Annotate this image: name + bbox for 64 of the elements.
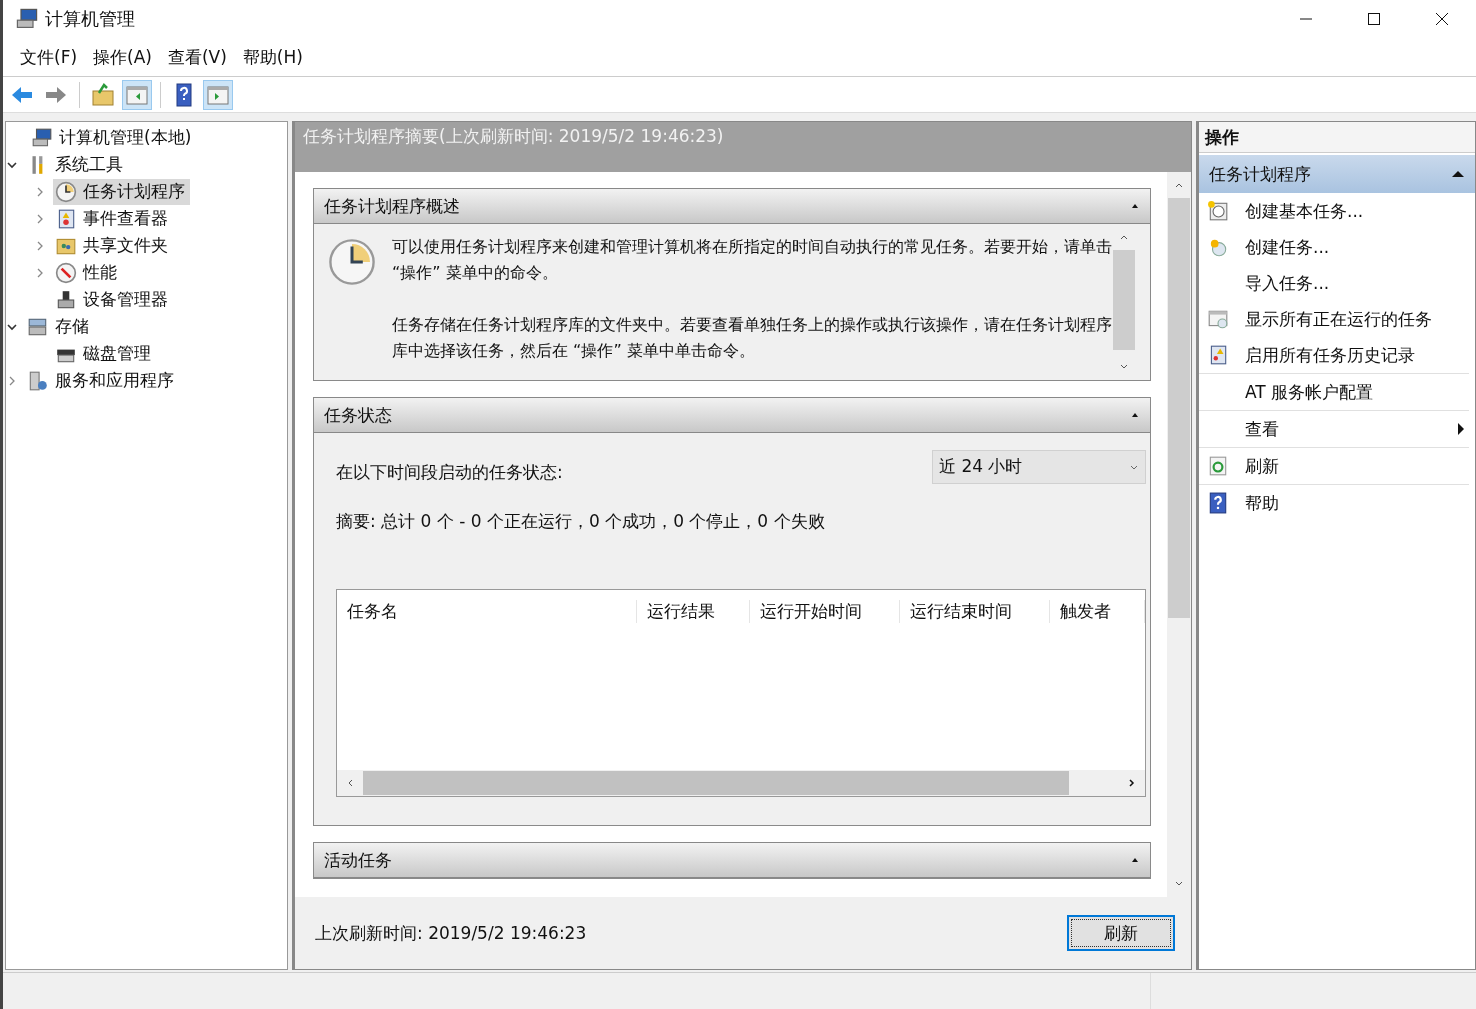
collapse-arrow-icon[interactable]	[1451, 169, 1465, 179]
column-header[interactable]: 运行结果	[637, 599, 750, 623]
clock-icon	[55, 180, 77, 203]
task-list-icon	[1207, 308, 1229, 330]
scrollbar[interactable]	[1167, 172, 1191, 897]
tree-item[interactable]: 存储	[25, 313, 94, 340]
clock-icon	[328, 238, 376, 286]
column-header[interactable]: 运行开始时间	[750, 599, 900, 623]
device-icon	[55, 288, 77, 311]
tree-item[interactable]: 性能	[53, 259, 122, 286]
tree-item[interactable]: 任务计划程序	[53, 178, 190, 205]
action-item[interactable]: 帮助	[1199, 485, 1469, 521]
action-item[interactable]: 创建任务...	[1199, 229, 1469, 265]
action-item[interactable]: 导入任务...	[1199, 265, 1469, 301]
period-dropdown[interactable]: 近 24 小时	[932, 449, 1146, 484]
help-icon	[1207, 492, 1229, 514]
computer-icon	[31, 126, 53, 149]
pane-icon	[206, 83, 230, 107]
column-header[interactable]: 任务名	[337, 599, 637, 623]
tree-item[interactable]: 事件查看器	[53, 205, 173, 232]
refresh-icon	[1207, 455, 1229, 477]
window-title: 计算机管理	[45, 7, 135, 31]
pane-icon	[125, 83, 149, 107]
section-header[interactable]: 活动任务	[314, 842, 1150, 878]
tree-item[interactable]: 服务和应用程序	[25, 367, 179, 394]
menu-item[interactable]: 文件(F)	[17, 43, 89, 71]
gauge-icon	[55, 261, 77, 284]
action-section-header[interactable]: 任务计划程序	[1199, 155, 1475, 193]
period-label: 在以下时间段启动的任务状态:	[336, 461, 563, 484]
section-header[interactable]: 任务状态	[314, 397, 1150, 433]
summary-text: 摘要: 总计 0 个 - 0 个正在运行，0 个成功，0 个停止，0 个失败	[336, 510, 826, 533]
scroll-right-icon[interactable]	[1127, 778, 1137, 788]
tree-item[interactable]: 设备管理器	[53, 286, 173, 313]
section-title: 任务状态	[324, 403, 392, 427]
menu-item[interactable]: 查看(V)	[164, 43, 238, 71]
action-item[interactable]: 启用所有任务历史记录	[1199, 337, 1469, 373]
menu-item[interactable]: 操作(A)	[90, 43, 163, 71]
panel-title: 任务计划程序摘要(上次刷新时间: 2019/5/2 19:46:23)	[303, 126, 724, 146]
description-text: 可以使用任务计划程序来创建和管理计算机将在所指定的时间自动执行的常见任务。若要开始，请单击 “操作” 菜单中的命令。	[392, 236, 1112, 284]
server-gear-icon	[27, 369, 49, 392]
section-title: 任务计划程序	[1209, 162, 1311, 186]
clock-icon	[1207, 200, 1229, 222]
action-item[interactable]: 显示所有正在运行的任务	[1199, 301, 1469, 337]
action-item[interactable]: 创建基本任务...	[1199, 193, 1469, 229]
section-title: 任务计划程序概述	[324, 194, 460, 218]
description-text: 任务存储在任务计划程序库的文件夹中。若要查看单独任务上的操作或执行该操作，请在任务计划程序库中选择该任务，然后在 “操作” 菜单中单击命令。	[392, 314, 1112, 362]
scrollbar[interactable]	[337, 770, 1145, 796]
tree-item[interactable]: 磁盘管理	[53, 340, 156, 367]
tree-item[interactable]: 共享文件夹	[53, 232, 173, 259]
column-header[interactable]: 运行结束时间	[900, 599, 1050, 623]
folder-icon	[91, 83, 115, 107]
tree-item[interactable]: 系统工具	[25, 151, 128, 178]
computer-icon	[15, 7, 39, 31]
action-item[interactable]: 查看	[1199, 411, 1469, 447]
action-item[interactable]: AT 服务帐户配置	[1199, 374, 1469, 410]
menu-item[interactable]: 帮助(H)	[239, 43, 314, 71]
section-header[interactable]: 任务计划程序概述	[314, 188, 1150, 224]
tree-item[interactable]: 计算机管理(本地)	[29, 124, 197, 151]
section-title: 活动任务	[324, 848, 392, 872]
column-header[interactable]: 触发者	[1050, 599, 1145, 623]
action-item[interactable]: 刷新	[1199, 448, 1469, 484]
last-refresh-text: 上次刷新时间: 2019/5/2 19:46:23	[315, 921, 587, 945]
pane-title: 操作	[1205, 125, 1239, 149]
refresh-button[interactable]: 刷新	[1067, 915, 1175, 951]
